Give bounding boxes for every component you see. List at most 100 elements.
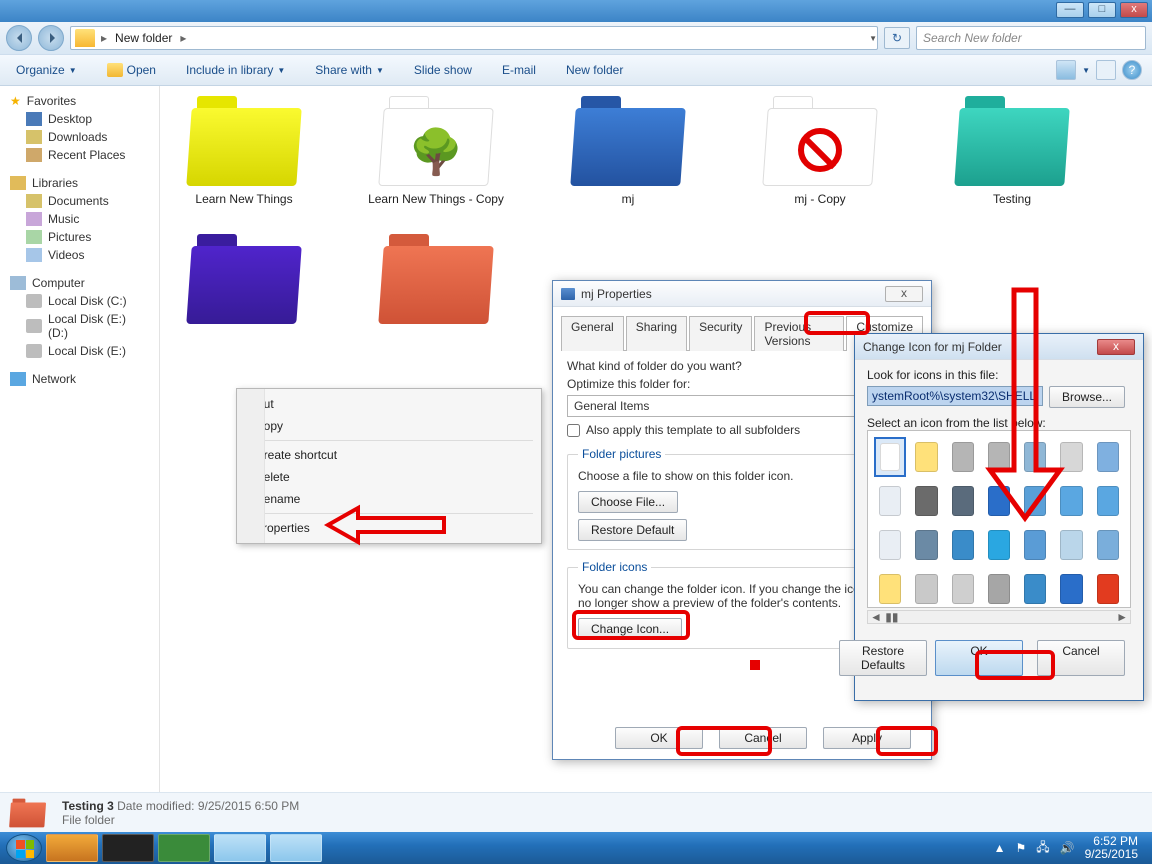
icon-choice[interactable] [1019,481,1051,521]
properties-apply-button[interactable]: Apply [823,727,911,749]
icon-choice[interactable] [910,481,942,521]
icon-grid-scrollbar[interactable]: ◄ ▮▮► [867,610,1131,624]
icon-choice[interactable] [874,569,906,608]
icon-choice[interactable] [1092,525,1124,565]
taskbar-item-chrome[interactable] [214,834,266,862]
properties-ok-button[interactable]: OK [615,727,703,749]
search-input[interactable]: Search New folder [916,26,1146,50]
file-item[interactable] [174,234,314,330]
icon-choice[interactable] [983,525,1015,565]
tray-flag-icon[interactable]: ⚑ [1016,841,1027,855]
ctx-create-shortcut[interactable]: Create shortcut [239,444,539,466]
file-item[interactable]: mj - Copy [750,96,890,206]
icon-path-input[interactable] [867,386,1043,406]
icon-choice[interactable] [1092,437,1124,477]
icon-choice[interactable] [1055,569,1087,608]
share-with-menu[interactable]: Share with ▼ [309,60,390,80]
file-item[interactable] [366,234,506,330]
file-item[interactable]: mj [558,96,698,206]
icon-choice[interactable] [983,569,1015,608]
file-item[interactable]: Learn New Things [174,96,314,206]
change-icon-cancel-button[interactable]: Cancel [1037,640,1125,676]
include-library-menu[interactable]: Include in library ▼ [180,60,291,80]
organize-menu[interactable]: Organize ▼ [10,60,83,80]
system-tray[interactable]: ▲ ⚑ 🖧 🔊 6:52 PM 9/25/2015 [994,835,1146,861]
properties-tab-security[interactable]: Security [689,316,752,351]
view-mode-button[interactable] [1056,60,1076,80]
sidebar-item-pictures[interactable]: Pictures [0,228,159,246]
sidebar-item-downloads[interactable]: Downloads [0,128,159,146]
sidebar-favorites-header[interactable]: ★Favorites [0,92,159,110]
icon-choice[interactable] [947,437,979,477]
forward-button[interactable] [38,25,64,51]
icon-choice[interactable] [874,525,906,565]
properties-tab-previous-versions[interactable]: Previous Versions [754,316,844,351]
browse-button[interactable]: Browse... [1049,386,1125,408]
breadcrumb-segment[interactable]: New folder [109,31,178,45]
icon-choice[interactable] [874,437,906,477]
ctx-rename[interactable]: Rename [239,488,539,510]
icon-choice[interactable] [910,569,942,608]
address-bar[interactable]: ▸ New folder ▸ ▼ [70,26,878,50]
icon-choice[interactable] [983,437,1015,477]
open-button[interactable]: Open [101,60,162,80]
window-maximize-button[interactable]: □ [1088,2,1116,18]
sidebar-item-desktop[interactable]: Desktop [0,110,159,128]
sidebar-item-disk-d[interactable]: Local Disk (E:) (D:) [0,310,159,342]
icon-choice[interactable] [874,481,906,521]
window-minimize-button[interactable]: — [1056,2,1084,18]
file-item[interactable]: Testing [942,96,1082,206]
change-icon-button[interactable]: Change Icon... [578,618,682,640]
icon-choice[interactable] [983,481,1015,521]
sidebar-item-documents[interactable]: Documents [0,192,159,210]
icon-choice[interactable] [1055,525,1087,565]
ctx-properties[interactable]: Properties [239,517,539,539]
tray-volume-icon[interactable]: 🔊 [1060,841,1075,855]
change-icon-close-button[interactable]: x [1097,339,1135,355]
properties-tab-sharing[interactable]: Sharing [626,316,687,351]
file-item[interactable]: 🌳Learn New Things - Copy [366,96,506,206]
change-icon-titlebar[interactable]: Change Icon for mj Folder x [855,334,1143,360]
sidebar-item-disk-c[interactable]: Local Disk (C:) [0,292,159,310]
icon-choice[interactable] [947,525,979,565]
icon-choice[interactable] [947,569,979,608]
start-button[interactable] [6,834,42,862]
restore-defaults-button[interactable]: Restore Defaults [839,640,927,676]
icon-choice[interactable] [1019,437,1051,477]
sidebar-item-disk-e[interactable]: Local Disk (E:) [0,342,159,360]
icon-choice[interactable] [1055,437,1087,477]
sidebar-item-videos[interactable]: Videos [0,246,159,264]
refresh-button[interactable]: ↻ [884,27,910,49]
tray-chevron-icon[interactable]: ▲ [994,841,1006,855]
properties-close-button[interactable]: x [885,286,923,302]
icon-choice[interactable] [910,525,942,565]
icon-choice[interactable] [1092,481,1124,521]
view-mode-dropdown-icon[interactable]: ▼ [1082,66,1090,75]
icon-choice[interactable] [910,437,942,477]
icon-choice[interactable] [1055,481,1087,521]
icon-grid[interactable] [867,430,1131,608]
window-close-button[interactable]: x [1120,2,1148,18]
new-folder-button[interactable]: New folder [560,60,629,80]
checkbox-input[interactable] [567,424,580,437]
sidebar-computer-header[interactable]: Computer [0,274,159,292]
icon-choice[interactable] [1019,569,1051,608]
tray-network-icon[interactable]: 🖧 [1036,838,1049,859]
taskbar-item[interactable] [46,834,98,862]
taskbar-item-explorer[interactable] [270,834,322,862]
restore-default-button[interactable]: Restore Default [578,519,687,541]
icon-choice[interactable] [1019,525,1051,565]
slideshow-button[interactable]: Slide show [408,60,478,80]
ctx-delete[interactable]: Delete [239,466,539,488]
ctx-copy[interactable]: Copy [239,415,539,437]
sidebar-libraries-header[interactable]: Libraries [0,174,159,192]
preview-pane-button[interactable] [1096,60,1116,80]
sidebar-item-recent[interactable]: Recent Places [0,146,159,164]
properties-titlebar[interactable]: mj Properties x [553,281,931,307]
address-dropdown-icon[interactable]: ▼ [869,34,877,43]
choose-file-button[interactable]: Choose File... [578,491,678,513]
taskbar-item[interactable] [158,834,210,862]
properties-cancel-button[interactable]: Cancel [719,727,807,749]
sidebar-network-header[interactable]: Network [0,370,159,388]
icon-choice[interactable] [1092,569,1124,608]
